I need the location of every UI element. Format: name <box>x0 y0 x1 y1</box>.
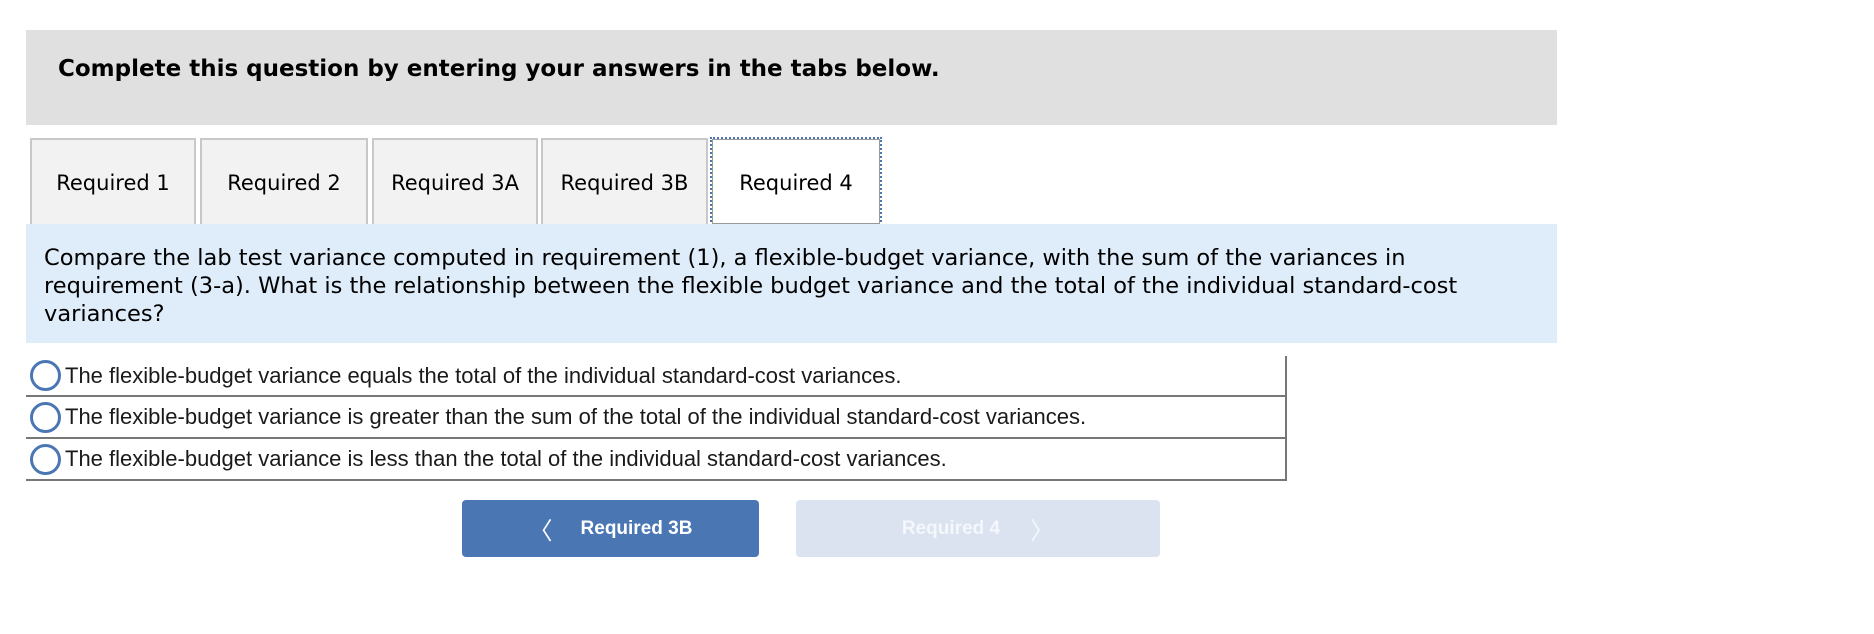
instructions-banner: Complete this question by entering your … <box>26 30 1557 125</box>
prev-required-3b-button[interactable]: 〈 Required 3B <box>462 500 759 557</box>
tab-required-3a[interactable]: Required 3A <box>372 138 538 225</box>
option-greater-than[interactable]: The flexible-budget variance is greater … <box>26 397 1285 439</box>
radio-button[interactable] <box>30 443 61 475</box>
tab-required-1[interactable]: Required 1 <box>30 138 196 225</box>
tab-required-2[interactable]: Required 2 <box>200 138 368 225</box>
option-label: The flexible-budget variance is greater … <box>65 404 1087 429</box>
next-button-label: Required 4 <box>901 517 1001 539</box>
option-label: The flexible-budget variance is less tha… <box>65 446 947 471</box>
next-required-4-button[interactable]: Required 4 〉 <box>796 500 1160 557</box>
tab-required-4[interactable]: Required 4 <box>710 137 882 226</box>
instructions-text: Complete this question by entering your … <box>58 56 940 82</box>
tab-required-3b[interactable]: Required 3B <box>541 138 708 225</box>
question-prompt: Compare the lab test variance computed i… <box>26 224 1557 343</box>
radio-button[interactable] <box>30 401 61 433</box>
option-less-than[interactable]: The flexible-budget variance is less tha… <box>26 439 1285 481</box>
answer-options: The flexible-budget variance equals the … <box>26 356 1287 481</box>
prev-button-label: Required 3B <box>580 517 693 539</box>
option-label: The flexible-budget variance equals the … <box>65 362 902 388</box>
radio-button[interactable] <box>30 360 61 391</box>
option-equals[interactable]: The flexible-budget variance equals the … <box>26 356 1285 397</box>
chevron-left-icon: 〈 <box>528 517 553 545</box>
chevron-right-icon: 〉 <box>1030 517 1055 545</box>
question-text: Compare the lab test variance computed i… <box>44 245 1458 327</box>
